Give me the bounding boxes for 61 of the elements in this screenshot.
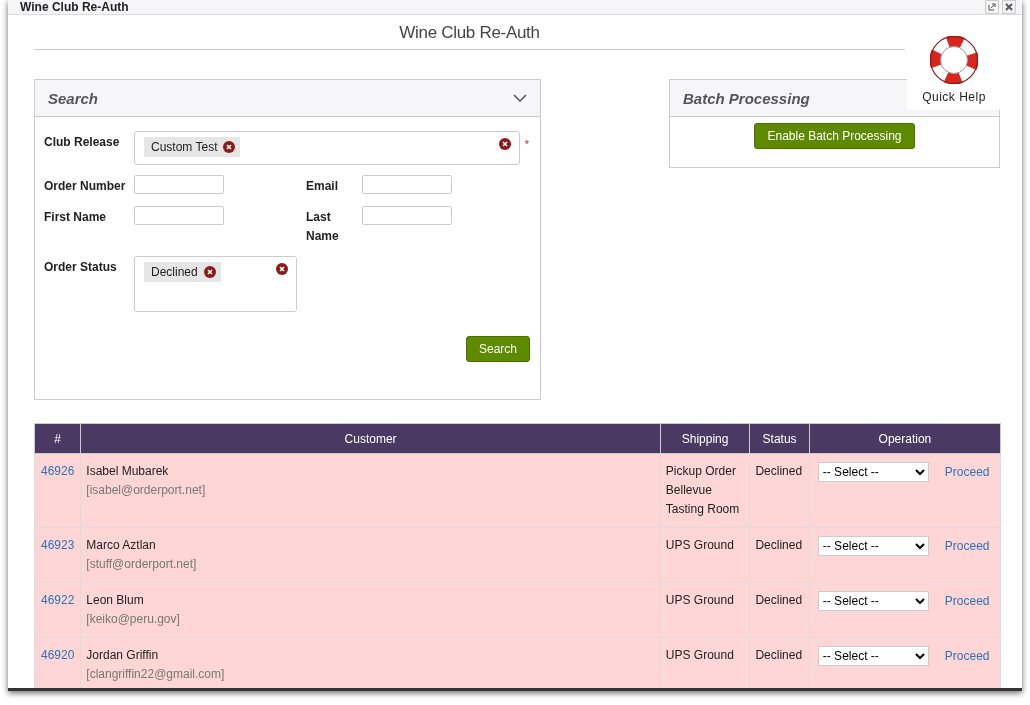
operation-select[interactable]: -- Select -- <box>817 591 929 611</box>
customer-name: Leon Blum <box>86 592 145 609</box>
selected-tag: Declined <box>144 262 221 282</box>
required-mark: * <box>524 138 529 150</box>
page-title: Wine Club Re-Auth <box>34 15 905 50</box>
customer-email: [isabel@orderport.net] <box>86 482 207 499</box>
table-cell: Declined <box>749 527 810 583</box>
operation-select[interactable]: -- Select -- <box>817 646 929 666</box>
field-label: Last Name <box>306 209 340 245</box>
proceed-link[interactable]: Proceed <box>944 646 990 666</box>
field-label: Order Status <box>44 259 118 276</box>
operation-select[interactable]: -- Select -- <box>817 462 929 482</box>
customer-name: Jordan Griffin <box>86 647 160 664</box>
column-header: # <box>34 423 81 454</box>
selected-tag: Custom Test <box>144 137 241 157</box>
order-status-field[interactable]: Declined <box>134 256 297 312</box>
column-header: Status <box>749 423 810 454</box>
customer-name: Marco Aztlan <box>86 537 157 554</box>
chevron-icon[interactable] <box>513 94 527 102</box>
panel-title: Search <box>48 89 99 107</box>
field-label: Email <box>306 178 339 195</box>
panel-title: Batch Processing <box>683 89 810 107</box>
table-cell: Declined <box>749 637 810 688</box>
clear-icon[interactable] <box>499 138 511 150</box>
table-cell: Declined <box>749 453 810 528</box>
proceed-link[interactable]: Proceed <box>944 591 990 611</box>
table-cell: UPS Ground <box>660 637 750 688</box>
lifebuoy-icon[interactable] <box>930 36 978 84</box>
column-header: Shipping <box>660 423 750 454</box>
column-header: Operation <box>809 423 1001 454</box>
proceed-link[interactable]: Proceed <box>944 536 990 556</box>
order-number-field[interactable] <box>134 175 224 194</box>
proceed-link[interactable]: Proceed <box>944 462 990 482</box>
enable-batch-button[interactable]: Enable Batch Processing <box>754 123 915 149</box>
order-link[interactable]: 46923 <box>40 538 75 552</box>
table-cell: Pickup Order Bellevue Tasting Room <box>660 453 750 528</box>
operation-select[interactable]: -- Select -- <box>817 536 929 556</box>
table-cell: Declined <box>749 582 810 638</box>
window-title: Wine Club Re-Auth <box>20 0 130 14</box>
order-link[interactable]: 46926 <box>40 464 75 478</box>
remove-icon[interactable] <box>203 266 216 278</box>
customer-email: [stuff@orderport.net] <box>86 556 198 573</box>
field-label: Order Number <box>44 178 127 195</box>
column-header: Customer <box>80 423 661 454</box>
quick-help-label[interactable]: Quick Help <box>922 90 986 104</box>
email-field[interactable] <box>362 175 452 194</box>
last-name-field[interactable] <box>362 206 452 225</box>
field-label: First Name <box>44 209 108 226</box>
close-button[interactable] <box>1002 0 1016 14</box>
search-button[interactable]: Search <box>465 336 530 362</box>
customer-email: [clangriffin22@gmail.com] <box>86 666 226 683</box>
clear-icon[interactable] <box>276 263 288 275</box>
popout-button[interactable] <box>985 0 999 14</box>
customer-name: Isabel Mubarek <box>86 463 170 480</box>
first-name-field[interactable] <box>134 206 224 225</box>
table-cell: UPS Ground <box>660 582 750 638</box>
order-link[interactable]: 46922 <box>40 593 75 607</box>
customer-email: [keiko@peru.gov] <box>86 611 181 628</box>
remove-icon[interactable] <box>223 141 236 153</box>
table-cell: UPS Ground <box>660 527 750 583</box>
field-label: Club Release <box>44 134 121 151</box>
